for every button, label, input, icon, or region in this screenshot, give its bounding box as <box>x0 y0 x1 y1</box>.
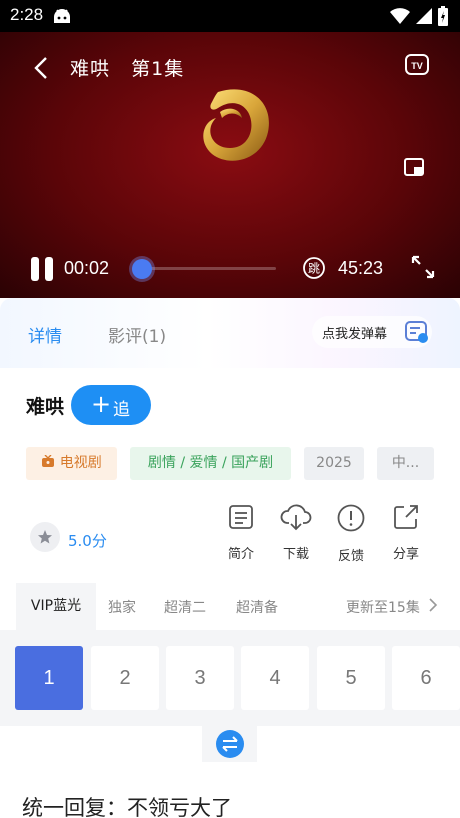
episode-item[interactable]: 6 <box>392 646 460 710</box>
show-title: 难哄 <box>26 396 65 418</box>
action-intro-button[interactable]: 简介 <box>216 503 266 562</box>
video-episode-label: 第1集 <box>131 58 185 80</box>
tag-type-label: 电视剧 <box>59 455 102 471</box>
swap-icon <box>216 730 244 758</box>
android-debug-icon <box>52 7 72 29</box>
update-info[interactable]: 更新至15集 <box>346 597 420 617</box>
progress-bar[interactable] <box>140 267 276 270</box>
action-download-button[interactable]: 下载 <box>271 503 321 562</box>
follow-button[interactable]: + 追 <box>71 385 151 425</box>
studio-logo <box>190 82 280 172</box>
wifi-icon <box>390 8 410 24</box>
fullscreen-icon[interactable] <box>410 254 436 284</box>
skip-intro-button[interactable]: 跳 <box>302 256 326 284</box>
tag-type[interactable]: 电视剧 <box>26 447 117 480</box>
picture-in-picture-icon[interactable] <box>404 158 426 182</box>
svg-text:TV: TV <box>411 61 423 71</box>
status-time: 2:28 <box>10 5 44 24</box>
source-selector: VIP蓝光 独家 超清二 超清备 更新至15集 <box>0 583 460 630</box>
action-share-label: 分享 <box>392 547 419 562</box>
source-hd-2[interactable]: 超清二 <box>164 597 206 617</box>
document-icon <box>229 505 253 529</box>
status-bar: 2:28 <box>0 0 460 32</box>
plus-icon: + <box>91 390 112 418</box>
rating-score[interactable]: 5.0分 <box>68 530 107 551</box>
episode-item[interactable]: 3 <box>166 646 234 710</box>
episode-item[interactable]: 5 <box>317 646 385 710</box>
video-player[interactable]: 难哄 第1集 TV 00:02 跳 45:23 <box>0 32 460 298</box>
toggle-order-button[interactable] <box>202 726 257 762</box>
tab-reviews[interactable]: 影评(1) <box>108 322 166 347</box>
current-time: 00:02 <box>64 258 110 278</box>
battery-icon <box>438 6 448 26</box>
action-download-label: 下载 <box>282 547 309 562</box>
episode-item[interactable]: 4 <box>241 646 309 710</box>
source-vip-bluray[interactable]: VIP蓝光 <box>16 583 96 630</box>
tab-details[interactable]: 详情 <box>28 322 62 347</box>
episode-item[interactable]: 1 <box>15 646 83 710</box>
source-exclusive[interactable]: 独家 <box>108 597 136 617</box>
danmu-icon <box>404 319 430 349</box>
episode-list: 1 2 3 4 5 6 <box>0 630 460 726</box>
source-hd-backup[interactable]: 超清备 <box>236 597 278 617</box>
follow-label: 追 <box>113 400 130 420</box>
action-feedback-label: 反馈 <box>337 549 364 564</box>
status-icons <box>390 6 448 26</box>
player-controls: 00:02 跳 45:23 <box>0 250 460 290</box>
episode-item[interactable]: 2 <box>91 646 159 710</box>
tag-region[interactable]: 中... <box>377 447 434 480</box>
back-icon[interactable] <box>30 56 54 80</box>
skip-label: 跳 <box>308 262 320 276</box>
tv-cast-icon[interactable]: TV <box>404 52 430 82</box>
detail-tabs-bar: 详情 影评(1) 点我发弹幕 <box>0 298 460 368</box>
video-title: 难哄 第1集 <box>70 54 184 81</box>
video-show-title: 难哄 <box>70 58 111 80</box>
progress-knob[interactable] <box>132 259 152 279</box>
tv-icon <box>42 454 55 467</box>
pinned-comment: 统一回复：不领亏大了 <box>22 796 232 818</box>
chevron-right-icon[interactable] <box>428 597 438 617</box>
tag-year[interactable]: 2025 <box>304 447 364 480</box>
pause-icon[interactable] <box>30 256 54 286</box>
signal-icon <box>416 8 432 24</box>
action-share-button[interactable]: 分享 <box>381 503 431 562</box>
total-time: 45:23 <box>338 258 384 278</box>
action-intro-label: 简介 <box>227 547 254 562</box>
share-icon <box>394 505 418 529</box>
send-danmu-label: 点我发弹幕 <box>322 327 388 342</box>
alert-circle-icon <box>337 504 365 532</box>
action-feedback-button[interactable]: 反馈 <box>326 503 376 564</box>
cloud-download-icon <box>280 504 312 531</box>
send-danmu-button[interactable]: 点我发弹幕 <box>312 316 432 348</box>
star-icon[interactable] <box>30 522 60 552</box>
tag-genre[interactable]: 剧情 / 爱情 / 国产剧 <box>130 447 291 480</box>
